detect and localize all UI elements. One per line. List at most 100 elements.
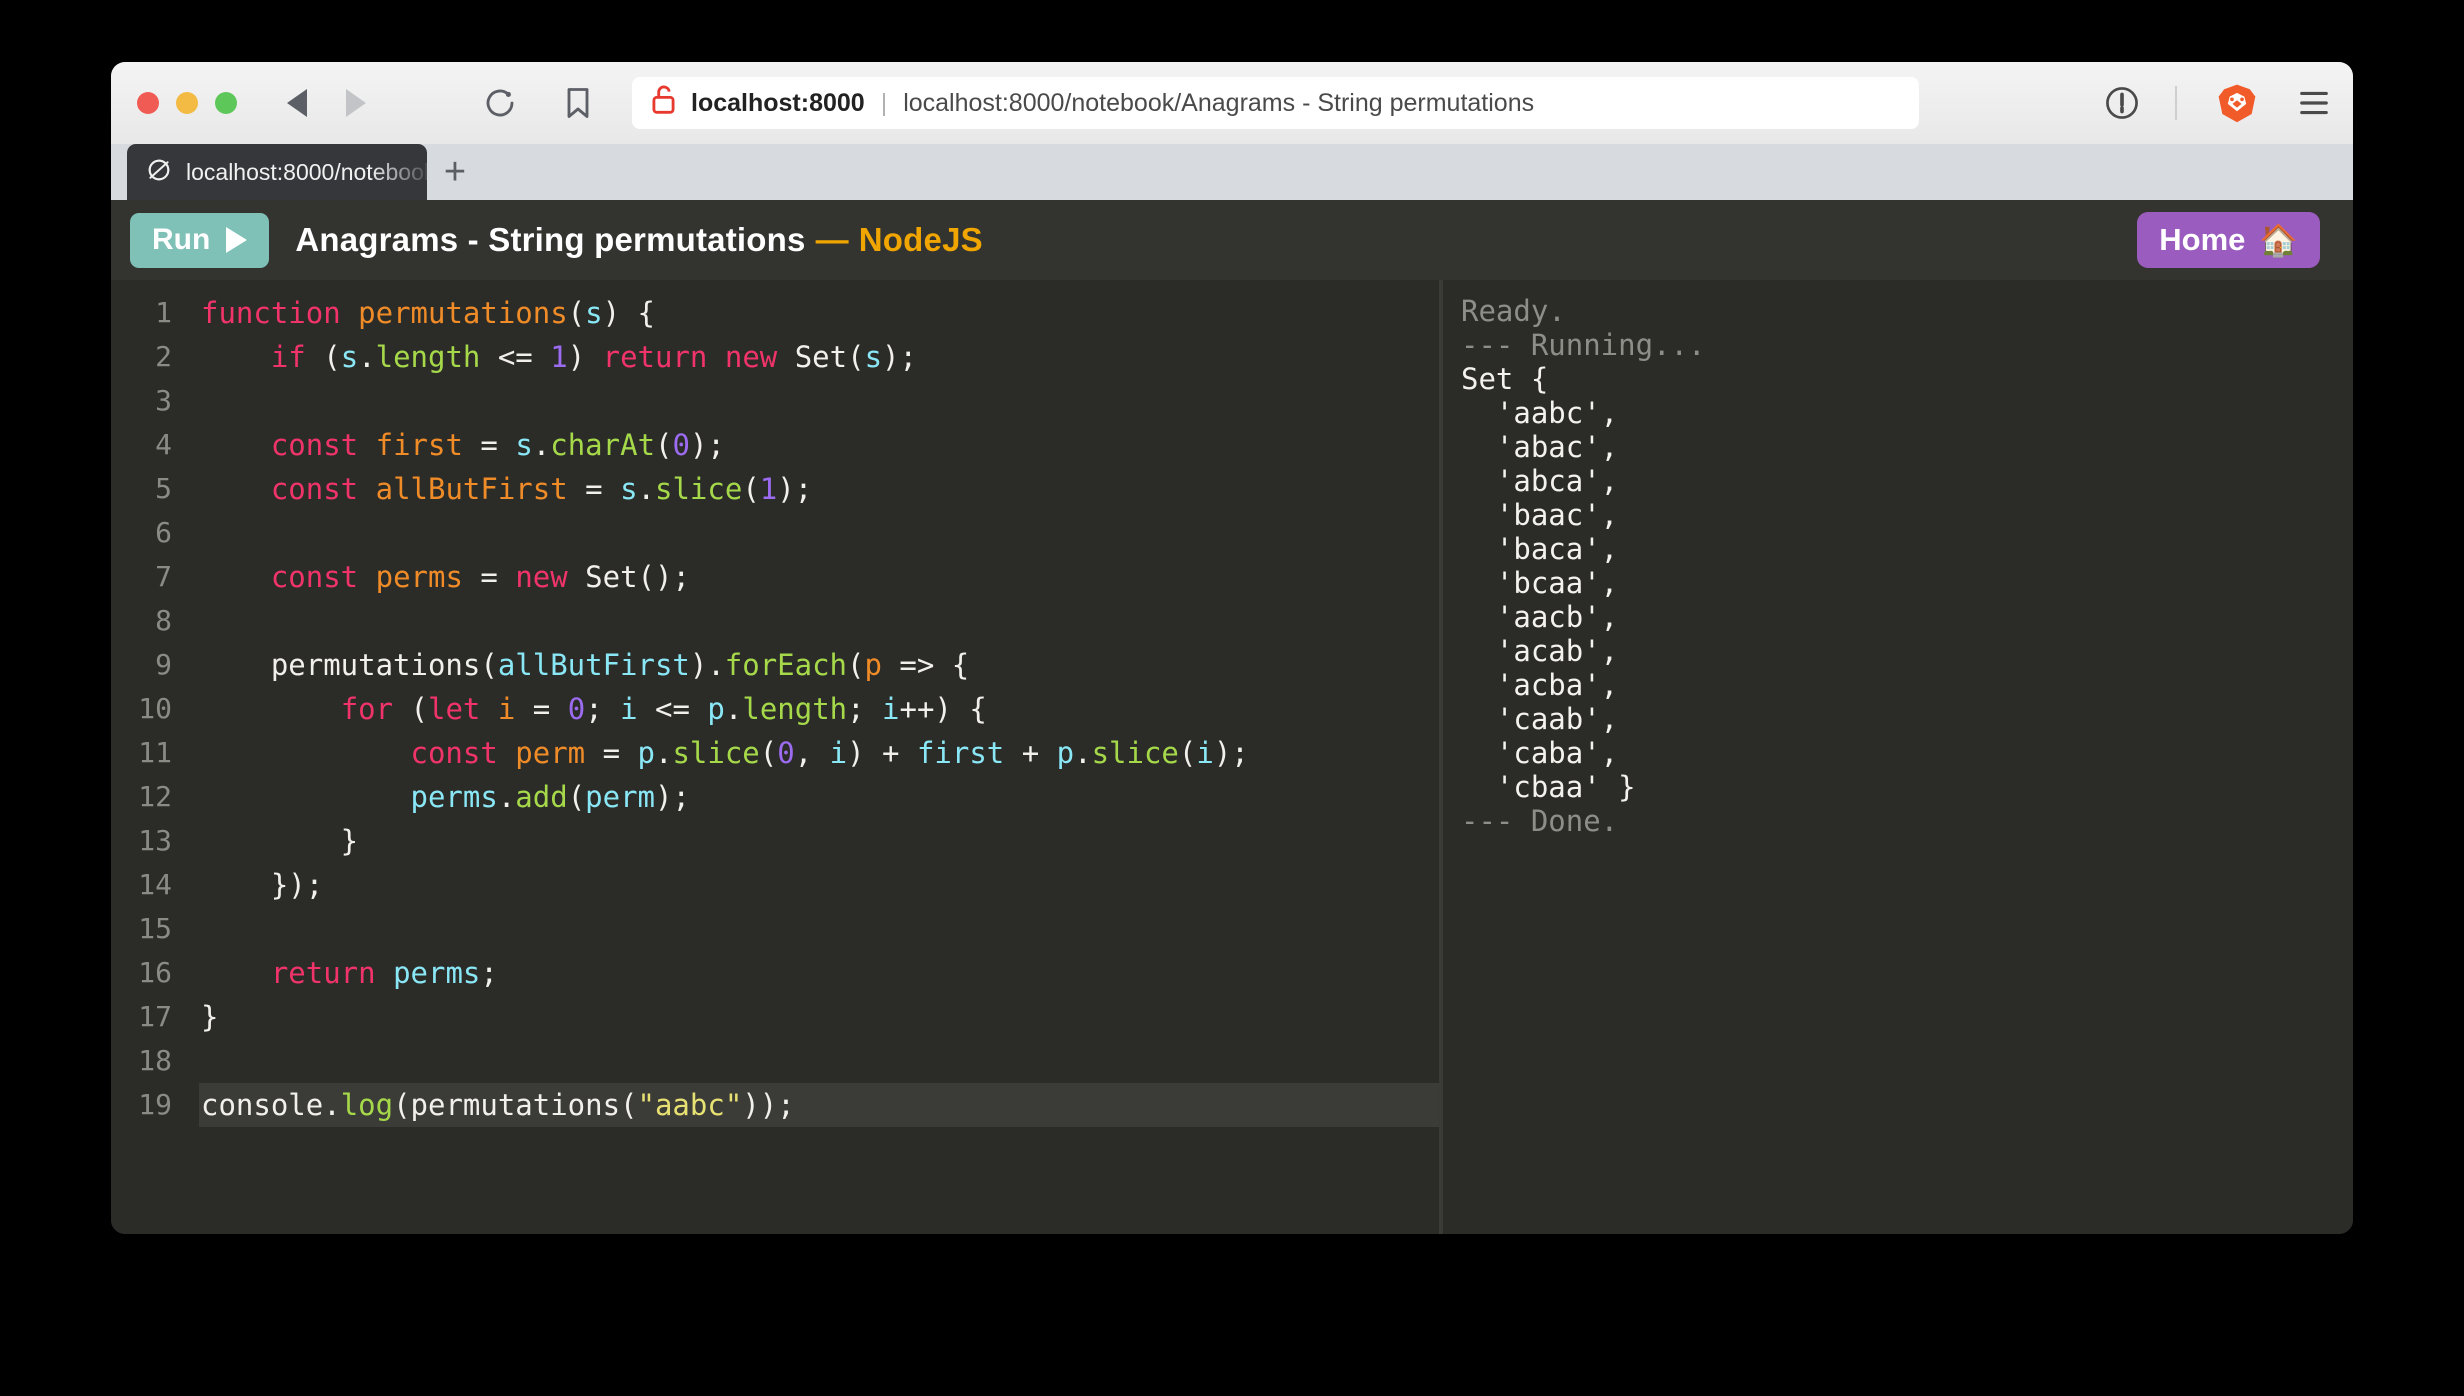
line-content: perms.add(perm); bbox=[199, 775, 1439, 819]
code-lines: 1function permutations(s) {2 if (s.lengt… bbox=[111, 280, 1439, 1127]
toolbar-icons bbox=[482, 85, 594, 121]
line-number: 17 bbox=[111, 995, 199, 1039]
url-host: localhost:8000 bbox=[691, 89, 865, 118]
code-line[interactable]: 13 } bbox=[111, 819, 1439, 863]
line-content: } bbox=[199, 995, 1439, 1039]
line-content bbox=[199, 379, 1439, 423]
back-arrow-icon[interactable] bbox=[287, 89, 307, 117]
output-line: 'baca', bbox=[1461, 532, 2353, 566]
line-content: if (s.length <= 1) return new Set(s); bbox=[199, 335, 1439, 379]
code-line[interactable]: 12 perms.add(perm); bbox=[111, 775, 1439, 819]
brave-lion-icon[interactable] bbox=[2215, 81, 2259, 125]
titlebar-right-buttons bbox=[2065, 81, 2331, 125]
output-line: 'baac', bbox=[1461, 498, 2353, 532]
output-line: 'caab', bbox=[1461, 702, 2353, 736]
line-number: 15 bbox=[111, 907, 199, 951]
code-line[interactable]: 18 bbox=[111, 1039, 1439, 1083]
title-dash: — bbox=[806, 221, 859, 258]
code-line[interactable]: 1function permutations(s) { bbox=[111, 291, 1439, 335]
code-line[interactable]: 8 bbox=[111, 599, 1439, 643]
output-line: 'aabc', bbox=[1461, 396, 2353, 430]
line-number: 11 bbox=[111, 731, 199, 775]
output-line: --- Done. bbox=[1461, 804, 2353, 838]
bookmark-icon[interactable] bbox=[562, 85, 594, 121]
line-number: 13 bbox=[111, 819, 199, 863]
home-button[interactable]: Home 🏠 bbox=[2137, 212, 2320, 268]
code-line[interactable]: 9 permutations(allButFirst).forEach(p =>… bbox=[111, 643, 1439, 687]
line-content bbox=[199, 511, 1439, 555]
line-number: 3 bbox=[111, 379, 199, 423]
code-line[interactable]: 10 for (let i = 0; i <= p.length; i++) { bbox=[111, 687, 1439, 731]
tab-title: localhost:8000/notebook bbox=[186, 159, 427, 186]
line-number: 1 bbox=[111, 291, 199, 335]
output-line: Ready. bbox=[1461, 294, 2353, 328]
code-line[interactable]: 7 const perms = new Set(); bbox=[111, 555, 1439, 599]
code-line[interactable]: 2 if (s.length <= 1) return new Set(s); bbox=[111, 335, 1439, 379]
line-content: const perms = new Set(); bbox=[199, 555, 1439, 599]
notebook-app: Run Anagrams - String permutations—NodeJ… bbox=[111, 200, 2353, 1234]
browser-titlebar: localhost:8000 | localhost:8000/notebook… bbox=[111, 62, 2353, 144]
line-content bbox=[199, 599, 1439, 643]
navigation-buttons bbox=[287, 89, 366, 117]
tab-localhost-notebook[interactable]: localhost:8000/notebook bbox=[127, 144, 427, 200]
maximize-window-button[interactable] bbox=[215, 92, 237, 114]
line-number: 6 bbox=[111, 511, 199, 555]
toolbar-divider bbox=[2175, 86, 2177, 120]
line-content: const perm = p.slice(0, i) + first + p.s… bbox=[199, 731, 1439, 775]
output-console: Ready.--- Running...Set { 'aabc', 'abac'… bbox=[1443, 280, 2353, 1234]
window-traffic-lights bbox=[137, 92, 237, 114]
onepassword-icon[interactable] bbox=[2103, 84, 2141, 122]
line-number: 4 bbox=[111, 423, 199, 467]
output-line: Set { bbox=[1461, 362, 2353, 396]
line-number: 18 bbox=[111, 1039, 199, 1083]
code-line[interactable]: 19console.log(permutations("aabc")); bbox=[111, 1083, 1439, 1127]
line-content: return perms; bbox=[199, 951, 1439, 995]
output-line: 'aacb', bbox=[1461, 600, 2353, 634]
line-number: 19 bbox=[111, 1083, 199, 1127]
page-title: Anagrams - String permutations—NodeJS bbox=[295, 221, 983, 259]
line-number: 8 bbox=[111, 599, 199, 643]
url-separator: | bbox=[879, 89, 890, 118]
reload-icon[interactable] bbox=[482, 85, 518, 121]
output-line: 'cbaa' } bbox=[1461, 770, 2353, 804]
code-line[interactable]: 11 const perm = p.slice(0, i) + first + … bbox=[111, 731, 1439, 775]
language-label: NodeJS bbox=[859, 221, 983, 258]
browser-window: localhost:8000 | localhost:8000/notebook… bbox=[111, 62, 2353, 1234]
line-number: 7 bbox=[111, 555, 199, 599]
run-button-label: Run bbox=[152, 223, 210, 257]
run-button[interactable]: Run bbox=[130, 213, 269, 268]
output-line: 'bcaa', bbox=[1461, 566, 2353, 600]
output-line: 'acab', bbox=[1461, 634, 2353, 668]
line-number: 14 bbox=[111, 863, 199, 907]
new-tab-button[interactable]: + bbox=[427, 144, 483, 200]
line-content: console.log(permutations("aabc")); bbox=[199, 1083, 1439, 1127]
code-editor[interactable]: 1function permutations(s) {2 if (s.lengt… bbox=[111, 280, 1443, 1234]
line-content: } bbox=[199, 819, 1439, 863]
code-line[interactable]: 17} bbox=[111, 995, 1439, 1039]
output-line: 'abca', bbox=[1461, 464, 2353, 498]
minimize-window-button[interactable] bbox=[176, 92, 198, 114]
insecure-lock-icon bbox=[650, 84, 677, 122]
line-content: function permutations(s) { bbox=[199, 291, 1439, 335]
line-content: }); bbox=[199, 863, 1439, 907]
hamburger-menu-icon[interactable] bbox=[2297, 88, 2331, 118]
forward-arrow-icon[interactable] bbox=[346, 89, 366, 117]
code-line[interactable]: 6 bbox=[111, 511, 1439, 555]
code-line[interactable]: 14 }); bbox=[111, 863, 1439, 907]
code-line[interactable]: 4 const first = s.charAt(0); bbox=[111, 423, 1439, 467]
app-header: Run Anagrams - String permutations—NodeJ… bbox=[111, 200, 2353, 280]
notebook-title: Anagrams - String permutations bbox=[295, 221, 805, 258]
line-content: permutations(allButFirst).forEach(p => { bbox=[199, 643, 1439, 687]
code-line[interactable]: 16 return perms; bbox=[111, 951, 1439, 995]
code-line[interactable]: 5 const allButFirst = s.slice(1); bbox=[111, 467, 1439, 511]
tab-strip: localhost:8000/notebook + bbox=[111, 144, 2353, 200]
code-line[interactable]: 15 bbox=[111, 907, 1439, 951]
globe-icon bbox=[145, 156, 173, 189]
code-line[interactable]: 3 bbox=[111, 379, 1439, 423]
output-line: 'acba', bbox=[1461, 668, 2353, 702]
workspace-panes: 1function permutations(s) {2 if (s.lengt… bbox=[111, 280, 2353, 1234]
line-number: 10 bbox=[111, 687, 199, 731]
line-number: 5 bbox=[111, 467, 199, 511]
address-bar[interactable]: localhost:8000 | localhost:8000/notebook… bbox=[632, 77, 1919, 129]
close-window-button[interactable] bbox=[137, 92, 159, 114]
